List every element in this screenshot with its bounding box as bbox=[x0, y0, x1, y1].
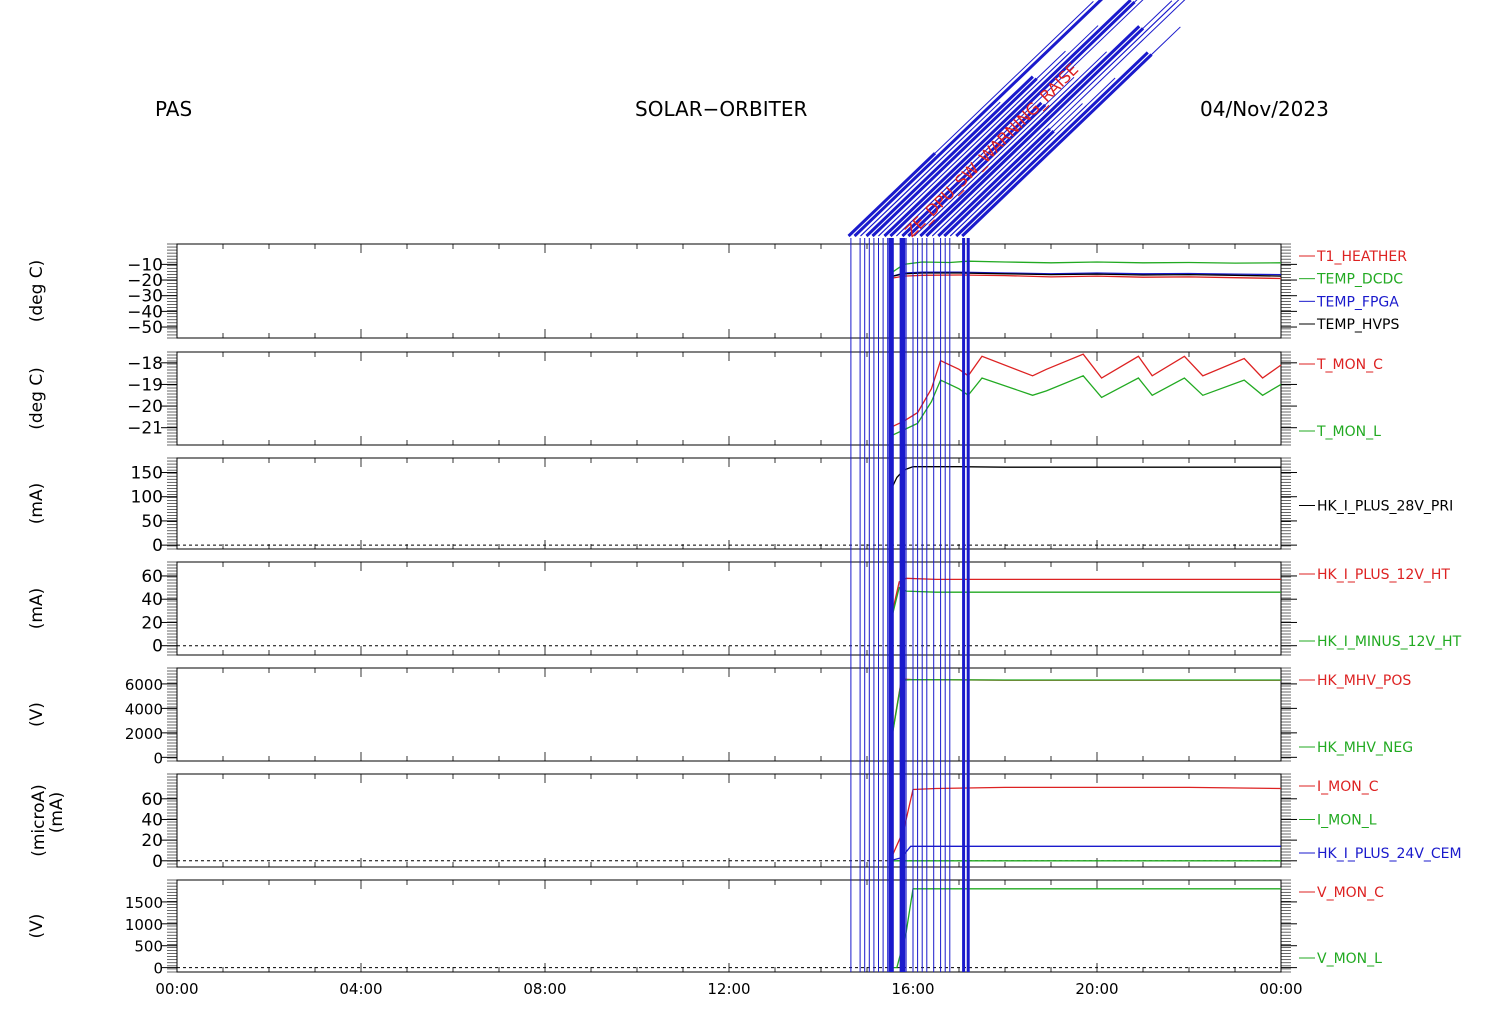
y-tick-label: 0 bbox=[153, 960, 163, 978]
series-line-hk-i-plus-28v-pri bbox=[889, 466, 1281, 493]
panel-6: 0204060 (microA)(mA) I_MON_C I_MON_L HK_I_PL… bbox=[29, 773, 1462, 872]
legend-label: T1_HEATHER bbox=[1316, 249, 1407, 265]
y-tick-label: −19 bbox=[127, 375, 163, 395]
event-labels-group: ZE_DPU_SW_WARNING_RAISE bbox=[847, 0, 1186, 242]
y-tick-label: 500 bbox=[134, 938, 163, 956]
x-axis: 00:00 04:00 08:00 12:00 16:00 20:00 00:00 bbox=[155, 980, 1302, 998]
series-line-v-mon-l bbox=[890, 888, 1281, 969]
y-tick-label: 20 bbox=[141, 831, 163, 851]
panel-frame bbox=[176, 457, 1282, 550]
panel-frame bbox=[176, 561, 1282, 656]
y-tick-label: 50 bbox=[141, 512, 163, 532]
y-tick-label: 4000 bbox=[125, 700, 163, 718]
legend-label: I_MON_C bbox=[1317, 779, 1379, 795]
event-label-stroke bbox=[931, 2, 1177, 237]
series-line-hk-i-plus-24v-cem bbox=[889, 845, 1281, 862]
instrument-title: PAS bbox=[155, 97, 192, 121]
y-axis-label: (deg C) bbox=[27, 367, 47, 430]
event-label-stroke bbox=[871, 77, 1038, 238]
y-tick-label: 0 bbox=[152, 852, 163, 872]
y-tick-label: 2000 bbox=[125, 725, 163, 743]
y-tick-label: −20 bbox=[127, 397, 163, 417]
x-tick-label: 08:00 bbox=[523, 980, 566, 998]
panel-3: 0 50 100 150 (mA) HK_I_PLUS_28V_PRI bbox=[27, 457, 1453, 556]
hk-chart-canvas: PAS SOLAR−ORBITER 04/Nov/2023 −10−20−30−… bbox=[27, 0, 1462, 998]
y-tick-label: 0 bbox=[152, 536, 163, 556]
y-tick-label: −21 bbox=[127, 419, 163, 439]
series-line-hk-i-plus-12v-ht bbox=[889, 577, 1281, 623]
legend-label: T_MON_C bbox=[1316, 357, 1383, 373]
panel-7: 0 500 1000 1500 (V) V_MON_C V_MON_L bbox=[27, 879, 1384, 978]
y-tick-label: 0 bbox=[152, 637, 163, 657]
series-line-hk-mhv-neg bbox=[889, 678, 1281, 749]
y-tick-label: 40 bbox=[141, 590, 163, 610]
legend-label: V_MON_L bbox=[1317, 951, 1382, 967]
event-label-stroke bbox=[848, 1, 1094, 237]
legend-label: TEMP_FPGA bbox=[1316, 294, 1399, 310]
x-tick-label: 12:00 bbox=[707, 980, 750, 998]
panel-5: 0 2000 4000 6000 (V) HK_MHV_POS HK_MHV_NEG bbox=[27, 667, 1413, 767]
x-tick-label: 20:00 bbox=[1075, 980, 1118, 998]
y-tick-label: 6000 bbox=[125, 676, 163, 694]
panel-frame bbox=[176, 243, 1282, 339]
y-axis-label: (mA) bbox=[27, 483, 47, 524]
series-line-hk-mhv-pos bbox=[889, 678, 1281, 748]
legend-label: HK_MHV_POS bbox=[1317, 673, 1411, 689]
y-tick-label: 1500 bbox=[125, 894, 163, 912]
y-axis-label: (deg C) bbox=[27, 260, 47, 323]
panel-frame bbox=[176, 351, 1282, 446]
y-axis-label: (mA) bbox=[27, 588, 47, 629]
y-tick-label: 40 bbox=[141, 810, 163, 830]
x-tick-label: 00:00 bbox=[155, 980, 198, 998]
date-title: 04/Nov/2023 bbox=[1200, 97, 1329, 121]
y-tick-label: −18 bbox=[127, 354, 163, 374]
y-axis-label: (V) bbox=[27, 702, 47, 727]
legend-label: TEMP_DCDC bbox=[1316, 272, 1403, 288]
legend-label: HK_I_PLUS_24V_CEM bbox=[1317, 846, 1462, 862]
y-tick-label: 100 bbox=[131, 488, 163, 508]
y-tick-label: 60 bbox=[141, 790, 163, 810]
x-tick-label: 16:00 bbox=[891, 980, 934, 998]
legend-label: T_MON_L bbox=[1316, 424, 1381, 440]
y-tick-label: 0 bbox=[153, 749, 163, 767]
event-label: ZE_DPU_SW_WARNING_RAISE bbox=[901, 60, 1083, 242]
mission-title: SOLAR−ORBITER bbox=[635, 97, 807, 121]
legend-label: HK_I_MINUS_12V_HT bbox=[1317, 634, 1462, 650]
y-tick-label: −50 bbox=[127, 318, 163, 338]
panel-4: 0 20 40 60 (mA) HK_I_PLUS_12V_HT HK_I_MINUS_12… bbox=[27, 561, 1462, 657]
series-line-hk-i-minus-12v-ht bbox=[889, 586, 1281, 625]
y-tick-label: 60 bbox=[141, 567, 163, 587]
legend-label: HK_I_PLUS_28V_PRI bbox=[1317, 499, 1453, 515]
event-lines-group bbox=[850, 238, 970, 972]
panel-1: −10−20−30−40−50(deg C)T1_HEATHERTEMP_DCD… bbox=[27, 243, 1407, 339]
y-axis-label: (V) bbox=[27, 914, 47, 939]
y-tick-label: 1000 bbox=[125, 916, 163, 934]
panel-frame bbox=[176, 879, 1282, 973]
legend-label: HK_MHV_NEG bbox=[1317, 740, 1413, 756]
panel-2: −18−19−20−21 (deg C) T_MON_C T_MON_L bbox=[27, 351, 1383, 446]
series-line-i-mon-c bbox=[889, 786, 1282, 862]
y-tick-label: 20 bbox=[141, 613, 163, 633]
x-tick-label: 04:00 bbox=[339, 980, 382, 998]
y-axis-label: (microA) bbox=[29, 784, 49, 857]
legend-label: I_MON_L bbox=[1317, 813, 1377, 829]
legend-label: V_MON_C bbox=[1317, 885, 1384, 901]
series-line-t-mon-l bbox=[889, 375, 1282, 437]
panels-group: −10−20−30−40−50(deg C)T1_HEATHERTEMP_DCD… bbox=[27, 243, 1462, 978]
y-tick-label: 150 bbox=[131, 464, 163, 484]
legend-label: HK_I_PLUS_12V_HT bbox=[1317, 567, 1450, 583]
y-axis-label-secondary: (mA) bbox=[47, 792, 67, 833]
legend-label: TEMP_HVPS bbox=[1316, 317, 1399, 333]
event-label-stroke bbox=[925, 27, 1145, 238]
x-tick-label: 00:00 bbox=[1259, 980, 1302, 998]
series-line-t-mon-c bbox=[889, 353, 1282, 429]
panel-frame bbox=[176, 667, 1282, 762]
